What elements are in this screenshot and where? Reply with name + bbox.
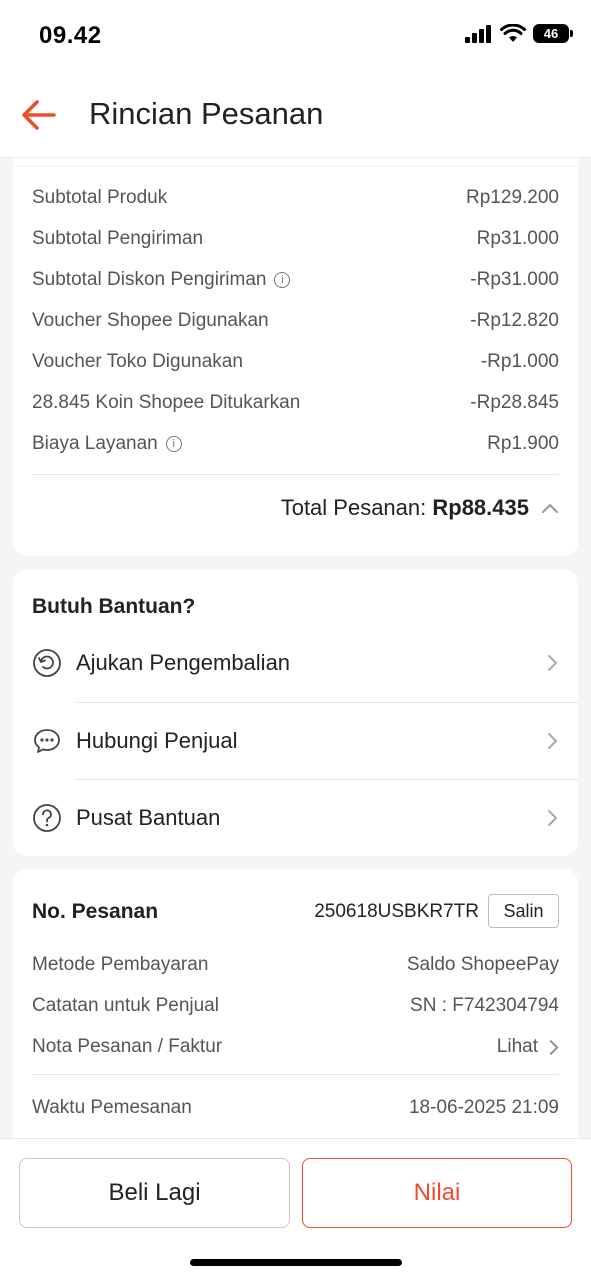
signal-icon: [465, 24, 491, 43]
summary-label: Subtotal Diskon Pengiriman: [32, 269, 267, 290]
summary-label: Subtotal Pengiriman: [32, 228, 204, 249]
help-item-return[interactable]: Ajukan Pengembalian: [13, 630, 578, 696]
return-icon: [33, 649, 61, 677]
total-group: Total Pesanan: Rp88.435: [281, 495, 529, 521]
battery-icon: 46: [533, 24, 573, 43]
rate-button[interactable]: Nilai: [302, 1158, 572, 1228]
view-invoice-link[interactable]: Lihat: [497, 1036, 559, 1058]
summary-row: Biaya Layanan i Rp1.900: [32, 431, 559, 457]
summary-label-group: Subtotal Diskon Pengiriman i: [32, 269, 291, 291]
order-time-row: Waktu Pemesanan 18-06-2025 21:09: [32, 1095, 559, 1121]
summary-label: Voucher Shopee Digunakan: [32, 310, 269, 331]
summary-value: -Rp31.000: [470, 269, 559, 290]
summary-label-group: Biaya Layanan i: [32, 433, 182, 455]
order-info-row: Metode Pembayaran Saldo ShopeePay: [32, 952, 559, 978]
app-header: Rincian Pesanan: [0, 72, 591, 158]
help-item-label: Hubungi Penjual: [76, 728, 238, 753]
copy-order-number-button[interactable]: Salin: [488, 894, 559, 928]
bottom-action-bar: Beli Lagi Nilai: [0, 1138, 591, 1280]
chevron-right-icon: [549, 1039, 559, 1055]
summary-row: Voucher Toko Digunakan -Rp1.000: [32, 349, 559, 375]
help-item-label: Ajukan Pengembalian: [76, 650, 291, 675]
summary-value: Rp1.900: [487, 433, 559, 454]
summary-label: Biaya Layanan: [32, 433, 158, 454]
total-value: Rp88.435: [432, 495, 529, 520]
summary-value: -Rp1.000: [480, 351, 559, 372]
status-icons: 46: [465, 24, 573, 43]
chevron-up-icon: [542, 504, 558, 513]
arrow-left-icon: [22, 100, 56, 130]
info-icon[interactable]: i: [274, 271, 291, 288]
help-divider: [76, 702, 578, 703]
total-label: Total Pesanan:: [280, 495, 427, 520]
summary-value: -Rp12.820: [470, 310, 559, 331]
order-info-row: Nota Pesanan / Faktur Lihat: [32, 1034, 559, 1060]
summary-label: Subtotal Produk: [32, 187, 168, 208]
chevron-right-icon: [548, 733, 557, 749]
summary-label: 28.845 Koin Shopee Ditukarkan: [32, 392, 301, 413]
order-number-value: 250618USBKR7TR: [314, 901, 479, 922]
summary-row: Subtotal Produk Rp129.200: [32, 185, 559, 211]
order-total-toggle[interactable]: Total Pesanan: Rp88.435: [281, 495, 559, 521]
summary-label: Voucher Toko Digunakan: [32, 351, 243, 372]
chevron-right-icon: [548, 810, 557, 826]
page-title: Rincian Pesanan: [89, 96, 324, 131]
info-icon[interactable]: i: [165, 435, 182, 452]
view-invoice-label: Lihat: [496, 1036, 538, 1057]
order-info-label: Metode Pembayaran: [32, 954, 209, 975]
status-bar: 09.42 46: [0, 0, 591, 72]
order-number-label: No. Pesanan: [32, 900, 159, 923]
order-info-value: SN : F742304794: [410, 995, 559, 1016]
summary-row: 28.845 Koin Shopee Ditukarkan -Rp28.845: [32, 390, 559, 416]
chevron-right-icon: [548, 655, 557, 671]
home-indicator: [190, 1259, 402, 1266]
summary-value: Rp129.200: [466, 187, 559, 208]
help-item-label: Pusat Bantuan: [76, 805, 221, 830]
order-time-value: 18-06-2025 21:09: [408, 1097, 559, 1118]
order-info-value: Saldo ShopeePay: [406, 954, 559, 975]
summary-value: Rp31.000: [476, 228, 559, 249]
card-top-divider: [13, 166, 578, 167]
chat-icon: [34, 729, 60, 753]
help-title: Butuh Bantuan?: [32, 595, 196, 618]
wifi-icon: [500, 24, 526, 42]
summary-divider: [32, 474, 559, 475]
summary-row: Subtotal Diskon Pengiriman i -Rp31.000: [32, 267, 559, 293]
order-info-divider: [32, 1074, 559, 1075]
help-divider: [76, 779, 578, 780]
order-detail-content[interactable]: Subtotal Produk Rp129.200 Subtotal Pengi…: [0, 158, 591, 1138]
back-button[interactable]: [18, 94, 60, 136]
help-icon: [33, 804, 61, 832]
order-info-label: Catatan untuk Penjual: [32, 995, 219, 1016]
summary-row: Voucher Shopee Digunakan -Rp12.820: [32, 308, 559, 334]
order-info-label: Nota Pesanan / Faktur: [32, 1036, 223, 1057]
order-info-row: Catatan untuk Penjual SN : F742304794: [32, 993, 559, 1019]
buy-again-button[interactable]: Beli Lagi: [19, 1158, 290, 1228]
help-item-chat-seller[interactable]: Hubungi Penjual: [13, 708, 578, 774]
payment-summary-card: Subtotal Produk Rp129.200 Subtotal Pengi…: [13, 158, 578, 556]
help-card: Butuh Bantuan? Ajukan Pengembalian Hubun…: [13, 569, 578, 856]
summary-value: -Rp28.845: [470, 392, 559, 413]
order-time-label: Waktu Pemesanan: [32, 1097, 192, 1118]
summary-row: Subtotal Pengiriman Rp31.000: [32, 226, 559, 252]
help-item-help-center[interactable]: Pusat Bantuan: [13, 785, 578, 851]
status-time: 09.42: [39, 22, 102, 49]
battery-level: 46: [543, 26, 559, 41]
order-info-card: No. Pesanan 250618USBKR7TR Salin Metode …: [13, 869, 578, 1138]
